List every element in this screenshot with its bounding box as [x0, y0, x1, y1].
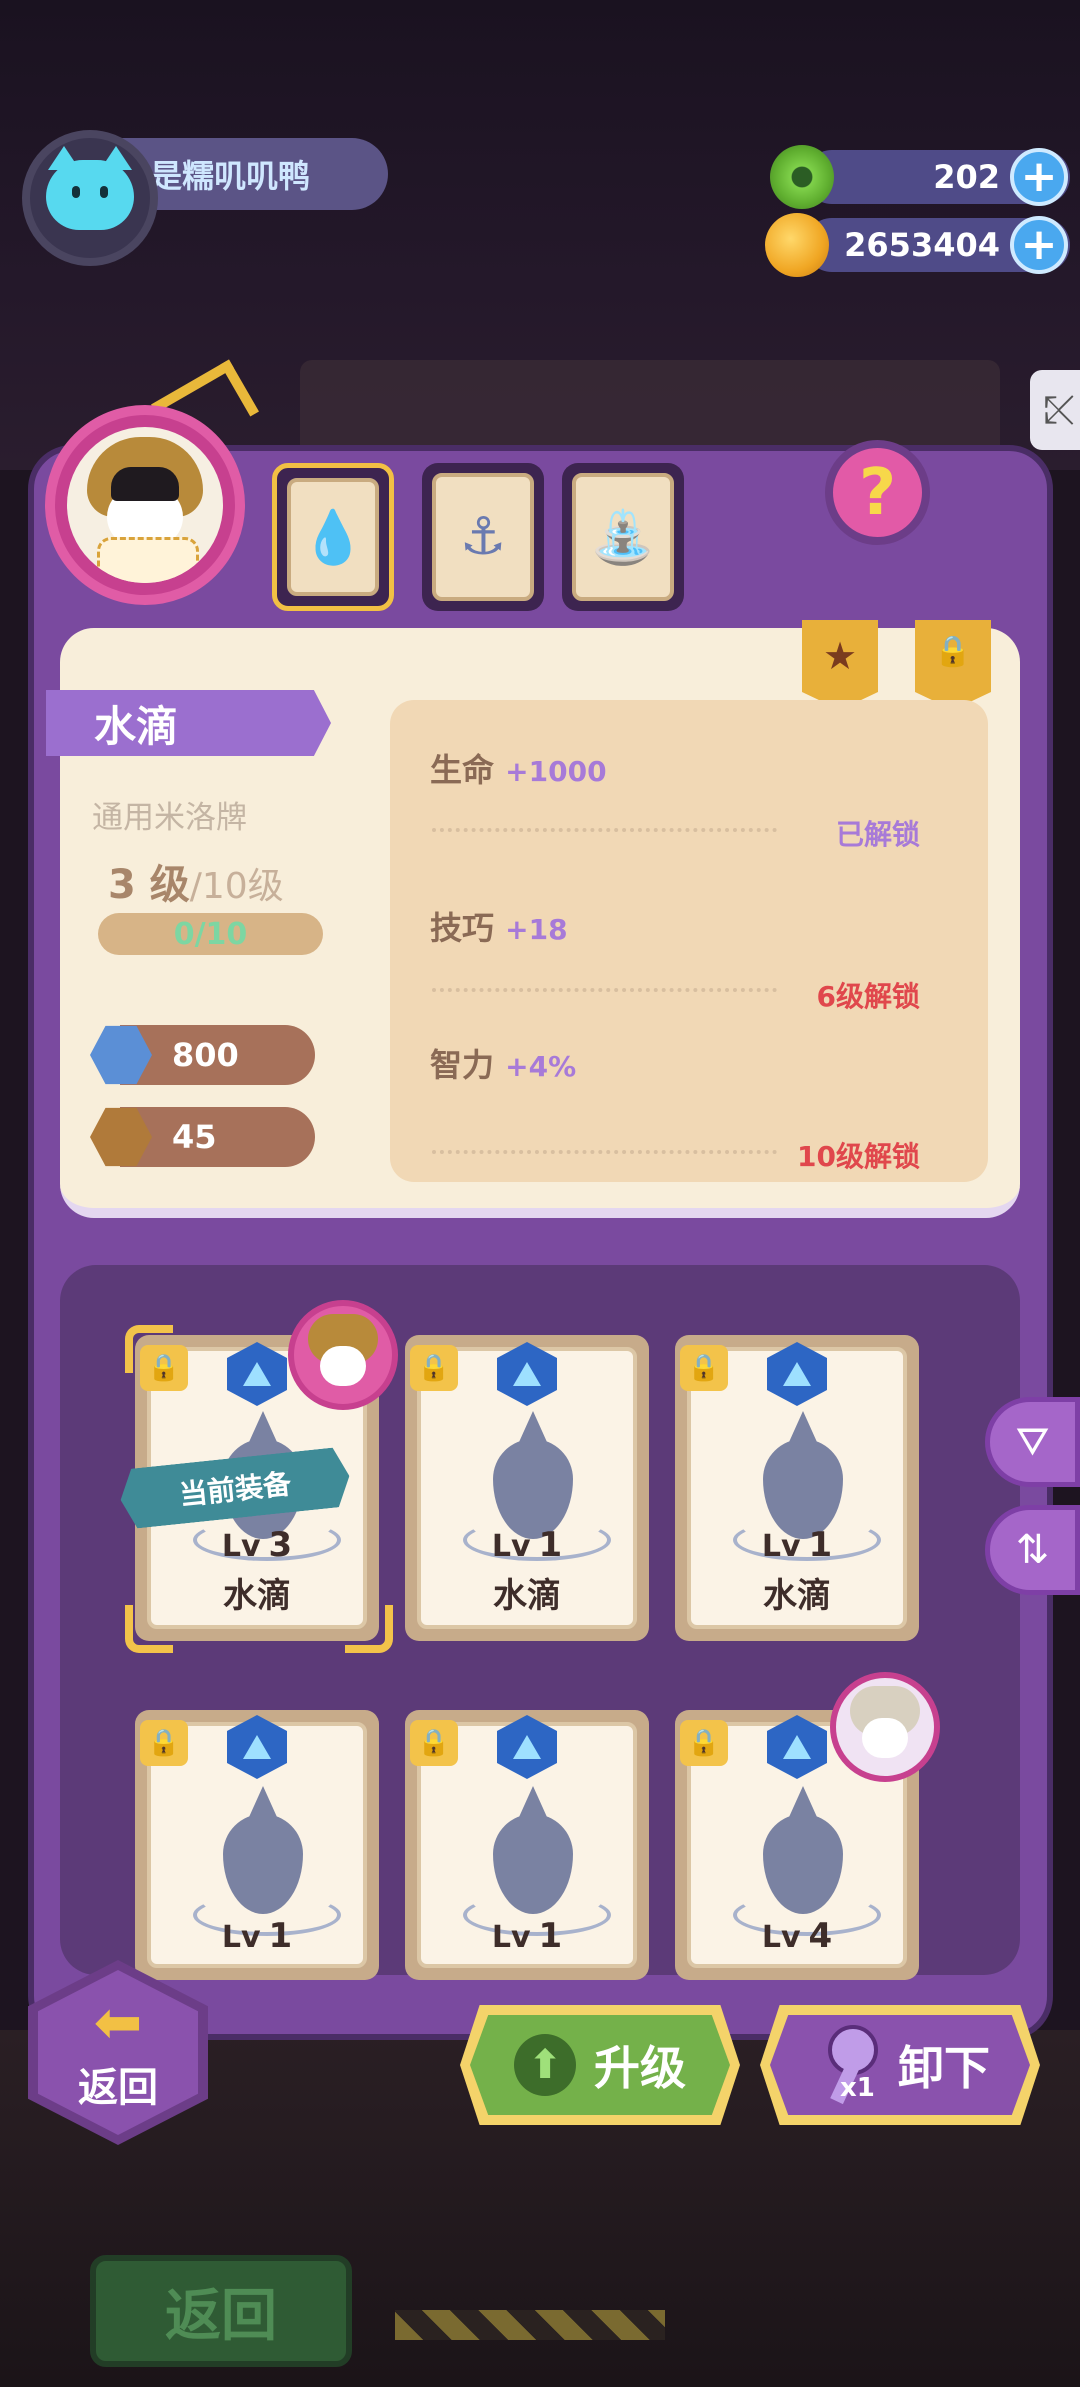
- slot-tab-water-drop[interactable]: 💧: [272, 463, 394, 611]
- back-label: 返回: [78, 2064, 158, 2111]
- card-name: 水滴: [763, 1576, 831, 1616]
- unequip-label: 卸下: [898, 2041, 990, 2095]
- lock-badge-icon[interactable]: 🔒: [915, 620, 991, 710]
- attribute-name-skill: 技巧 +18: [430, 909, 568, 947]
- background-back-button: 返回: [90, 2255, 352, 2367]
- card-level: Lv 1: [491, 1525, 563, 1565]
- divider: [432, 988, 777, 992]
- upgrade-button[interactable]: ⬆ 升级: [460, 2005, 740, 2125]
- fountain-icon: ⛲: [572, 473, 674, 601]
- attribute-status-locked: 6级解锁: [816, 980, 920, 1013]
- gold-planet-icon: [765, 213, 829, 277]
- green-donut-icon: [770, 145, 834, 209]
- slot-tab-fountain[interactable]: ⛲: [562, 463, 684, 611]
- add-coins-button[interactable]: +: [1010, 216, 1068, 274]
- resource-value: 2653404: [844, 226, 1000, 264]
- character-mini-avatar: [830, 1672, 940, 1782]
- lock-icon: 🔒: [410, 1720, 458, 1766]
- attribute-name-int: 智力 +4%: [430, 1046, 577, 1084]
- water-drop-icon: 💧: [287, 478, 379, 596]
- lock-icon: 🔒: [680, 1720, 728, 1766]
- share-icon[interactable]: ⤪: [1030, 370, 1080, 450]
- resource-value: 202: [933, 158, 1000, 196]
- lock-icon: 🔒: [410, 1345, 458, 1391]
- card-level: Lv 1: [491, 1916, 563, 1956]
- key-count: x1: [840, 2073, 875, 2103]
- background-hazard-stripes: [395, 2310, 665, 2340]
- add-donut-button[interactable]: +: [1010, 148, 1068, 206]
- attribute-status-unlocked: 已解锁: [835, 818, 920, 851]
- card-level: Lv 1: [221, 1916, 293, 1956]
- card-name: 水滴: [493, 1576, 561, 1616]
- help-button[interactable]: ?: [825, 440, 930, 545]
- divider: [432, 1150, 777, 1154]
- star-badge-icon[interactable]: ★: [802, 620, 878, 710]
- level-max: /10级: [189, 866, 284, 907]
- card-level: Lv 3: [221, 1525, 293, 1565]
- key-icon: x1: [810, 2025, 880, 2105]
- attribute-name-hp: 生命 +1000: [430, 751, 607, 789]
- exp-bar: 0/10: [98, 913, 323, 955]
- lock-icon: 🔒: [140, 1345, 188, 1391]
- stat-value: 800: [172, 1036, 239, 1074]
- character-avatar[interactable]: [45, 405, 245, 605]
- back-arrow-icon: ⬅: [93, 1987, 143, 2056]
- slot-tab-anchor[interactable]: ⚓: [422, 463, 544, 611]
- upgrade-label: 升级: [594, 2041, 686, 2095]
- stat-value: 45: [172, 1118, 217, 1156]
- lock-icon: 🔒: [680, 1345, 728, 1391]
- selection-corner: [345, 1605, 393, 1653]
- arrow-up-icon: ⬆: [514, 2034, 576, 2096]
- unequip-button[interactable]: x1 卸下: [760, 2005, 1040, 2125]
- selection-corner: [125, 1605, 173, 1653]
- equipment-name: 水滴: [46, 690, 331, 756]
- lock-icon: 🔒: [140, 1720, 188, 1766]
- equipment-level: 3 级/10级: [108, 852, 284, 910]
- card-level: Lv 4: [761, 1916, 833, 1956]
- anchor-icon: ⚓: [432, 473, 534, 601]
- cat-face-icon: [46, 146, 134, 230]
- attribute-status-locked: 10级解锁: [797, 1140, 920, 1173]
- filter-button[interactable]: ⛛: [985, 1397, 1080, 1487]
- character-mini-avatar: [288, 1300, 398, 1410]
- card-name: 水滴: [223, 1576, 291, 1616]
- player-avatar[interactable]: [22, 130, 158, 266]
- divider: [432, 828, 777, 832]
- sort-button[interactable]: ⇅: [985, 1505, 1080, 1595]
- level-current: 3 级: [108, 862, 190, 908]
- card-level: Lv 1: [761, 1525, 833, 1565]
- equipment-type: 通用米洛牌: [92, 800, 247, 836]
